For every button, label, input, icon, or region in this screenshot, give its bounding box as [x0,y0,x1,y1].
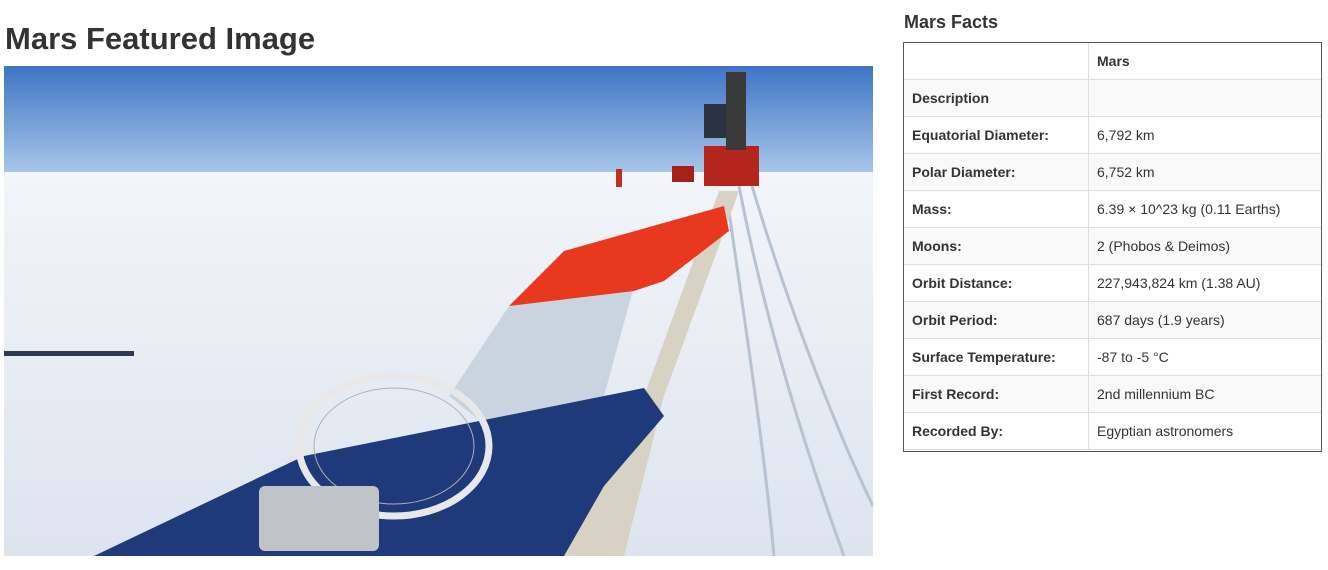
row-label: Moons: [903,227,1089,265]
table-row: Moons: 2 (Phobos & Deimos) [903,227,1322,265]
row-value: -87 to -5 °C [1088,338,1322,376]
header-empty-cell [903,42,1089,80]
row-value [1088,79,1322,117]
row-label: Equatorial Diameter: [903,116,1089,154]
table-row: Recorded By: Egyptian astronomers [903,412,1322,450]
featured-image[interactable] [4,66,873,556]
table-row: Surface Temperature: -87 to -5 °C [903,338,1322,376]
mars-facts-table: Mars Description Equatorial Diameter: 6,7… [903,42,1322,450]
row-value: 6,792 km [1088,116,1322,154]
table-row: Description [903,79,1322,117]
row-label: Orbit Distance: [903,264,1089,302]
table-row: Mass: 6.39 × 10^23 kg (0.11 Earths) [903,190,1322,228]
row-value: 2 (Phobos & Deimos) [1088,227,1322,265]
header-mars-cell: Mars [1088,42,1322,80]
payload-box [259,486,379,551]
row-label: Recorded By: [903,412,1089,450]
row-label: Polar Diameter: [903,153,1089,191]
row-value: 2nd millennium BC [1088,375,1322,413]
table-row: Orbit Distance: 227,943,824 km (1.38 AU) [903,264,1322,302]
row-value: 6.39 × 10^23 kg (0.11 Earths) [1088,190,1322,228]
facts-title: Mars Facts [904,12,999,32]
table-row: Polar Diameter: 6,752 km [903,153,1322,191]
row-value: 687 days (1.9 years) [1088,301,1322,339]
row-label: Orbit Period: [903,301,1089,339]
row-value: Egyptian astronomers [1088,412,1322,450]
featured-image-title: Mars Featured Image [5,21,316,56]
row-label: Mass: [903,190,1089,228]
row-label: First Record: [903,375,1089,413]
table-row: Orbit Period: 687 days (1.9 years) [903,301,1322,339]
row-value: 227,943,824 km (1.38 AU) [1088,264,1322,302]
table-header-row: Mars [903,42,1322,80]
table-row: First Record: 2nd millennium BC [903,375,1322,413]
table-row: Equatorial Diameter: 6,792 km [903,116,1322,154]
row-label: Surface Temperature: [903,338,1089,376]
launch-vehicle [704,146,759,186]
row-value: 6,752 km [1088,153,1322,191]
row-label: Description [903,79,1089,117]
